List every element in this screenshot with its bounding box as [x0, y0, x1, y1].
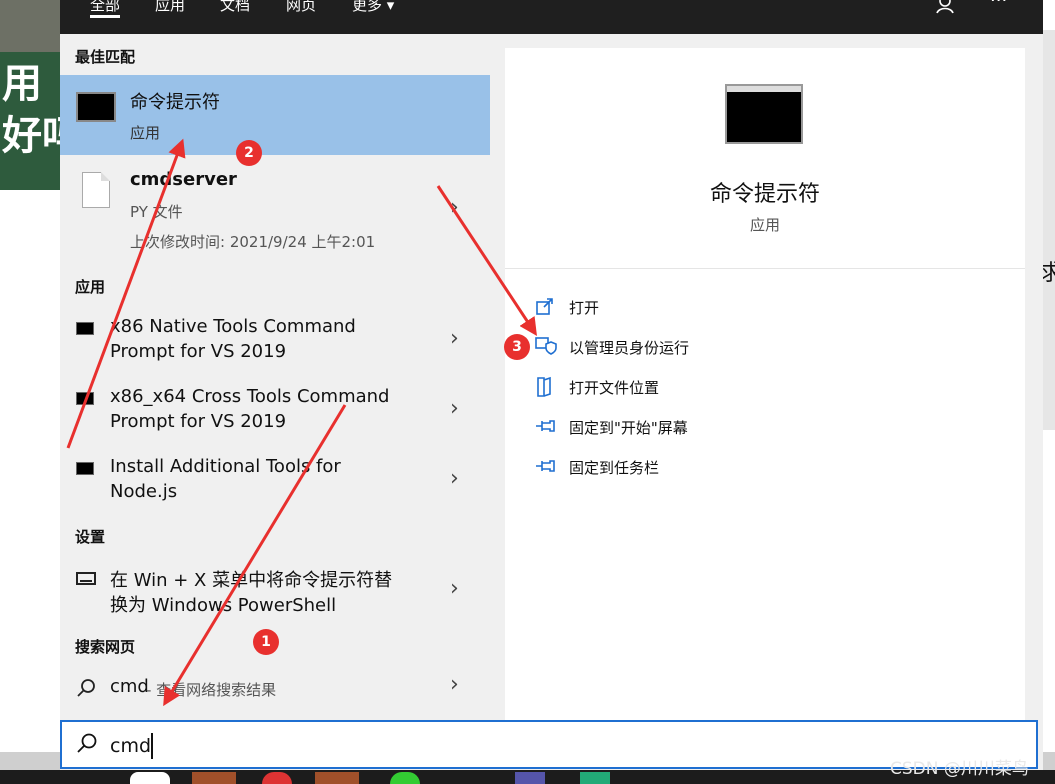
search-icon: [76, 678, 96, 702]
app-result-line1: x86 Native Tools Command: [110, 316, 356, 337]
tab-more-label: 更多: [352, 0, 383, 14]
app-result-line2: Node.js: [110, 481, 178, 502]
ellipsis-icon[interactable]: ···: [990, 0, 1007, 11]
shield-admin-icon: [535, 336, 557, 356]
preview-title: 命令提示符: [709, 182, 820, 207]
app-result-line1: Install Additional Tools for: [110, 456, 341, 477]
background-video-thumbnail: 用 好吗: [0, 0, 60, 190]
file-result-type: PY 文件: [130, 203, 183, 221]
preview-pane: 命令提示符 应用 打开 以管理员身份运行 打开文件位置 固定到"开始"屏幕 固定…: [505, 48, 1025, 720]
chevron-down-icon: ▾: [386, 0, 395, 14]
pin-taskbar-icon: [535, 456, 555, 476]
windows-search-panel: 全部 应用 文档 网页 更多 ▾ ··· 最佳匹配 命令提示符 应用 cmdse…: [60, 0, 1043, 770]
command-prompt-large-icon: [725, 84, 803, 144]
tab-more[interactable]: 更多 ▾: [352, 0, 394, 15]
file-result[interactable]: cmdserver PY 文件 上次修改时间: 2021/9/24 上午2:01…: [60, 155, 490, 255]
best-match-subtitle: 应用: [130, 124, 161, 142]
action-open[interactable]: 打开: [535, 294, 835, 322]
app-result[interactable]: x86 Native Tools Command Prompt for VS 2…: [60, 310, 490, 374]
web-search-result[interactable]: cmd - 查看网络搜索结果 ›: [60, 670, 490, 710]
chevron-right-icon[interactable]: ›: [450, 195, 459, 220]
open-icon: [535, 296, 555, 316]
taskbar-app-icon[interactable]: [515, 772, 545, 784]
annotation-badge-2: 2: [236, 140, 262, 166]
settings-header: 设置: [75, 528, 106, 546]
folder-location-icon: [535, 376, 555, 397]
command-prompt-icon: [76, 322, 94, 335]
action-open-file-location[interactable]: 打开文件位置: [535, 374, 835, 402]
divider: [505, 268, 1025, 269]
settings-result-line1: 在 Win + X 菜单中将命令提示符替: [110, 570, 393, 591]
background-photo: [0, 0, 60, 52]
tab-web[interactable]: 网页: [286, 0, 316, 15]
chevron-right-icon[interactable]: ›: [450, 672, 459, 697]
app-result-line1: x86_x64 Cross Tools Command: [110, 386, 390, 407]
taskbar-app-icon[interactable]: [192, 772, 236, 784]
action-open-label: 打开: [569, 299, 600, 317]
taskbar-app-icon[interactable]: [315, 772, 359, 784]
tab-documents[interactable]: 文档: [220, 0, 250, 15]
background-scrollbar: [1043, 30, 1055, 430]
web-search-hint: - 查看网络搜索结果: [146, 681, 277, 699]
taskbar-app-icon[interactable]: [262, 772, 292, 784]
file-icon: [82, 172, 110, 208]
action-pin-taskbar[interactable]: 固定到任务栏: [535, 454, 835, 482]
background-caption: 用 好吗: [2, 61, 60, 159]
pin-start-icon: [535, 416, 555, 436]
best-match-result[interactable]: 命令提示符 应用: [60, 75, 490, 155]
action-pin-taskbar-label: 固定到任务栏: [569, 459, 660, 477]
command-prompt-icon: [76, 462, 94, 475]
file-result-modified: 上次修改时间: 2021/9/24 上午2:01: [130, 233, 376, 251]
chevron-right-icon[interactable]: ›: [450, 396, 459, 421]
apps-header: 应用: [75, 278, 106, 296]
settings-result-line2: 换为 Windows PowerShell: [110, 595, 337, 616]
chevron-right-icon[interactable]: ›: [450, 466, 459, 491]
action-run-as-admin-label: 以管理员身份运行: [569, 339, 690, 357]
web-search-header: 搜索网页: [75, 638, 136, 656]
action-open-file-location-label: 打开文件位置: [569, 379, 660, 397]
annotation-badge-1: 1: [253, 629, 279, 655]
search-icon: [76, 732, 98, 760]
best-match-header: 最佳匹配: [75, 48, 136, 66]
command-prompt-icon: [76, 392, 94, 405]
settings-result[interactable]: 在 Win + X 菜单中将命令提示符替 换为 Windows PowerShe…: [60, 560, 490, 624]
preview-subtitle: 应用: [749, 216, 780, 234]
action-pin-start-label: 固定到"开始"屏幕: [569, 419, 688, 437]
app-result-line2: Prompt for VS 2019: [110, 411, 287, 432]
action-run-as-admin[interactable]: 以管理员身份运行: [535, 334, 835, 362]
action-pin-start[interactable]: 固定到"开始"屏幕: [535, 414, 835, 442]
taskbar-app-icon[interactable]: [390, 772, 420, 784]
taskbar-app-icon[interactable]: [580, 772, 610, 784]
search-input[interactable]: [110, 732, 810, 760]
app-result-line2: Prompt for VS 2019: [110, 341, 287, 362]
tab-apps[interactable]: 应用: [155, 0, 185, 15]
chevron-right-icon[interactable]: ›: [450, 576, 459, 601]
tab-all[interactable]: 全部: [90, 0, 121, 18]
app-result[interactable]: x86_x64 Cross Tools Command Prompt for V…: [60, 380, 490, 444]
web-search-query: cmd: [110, 676, 149, 697]
person-feedback-icon[interactable]: [936, 0, 958, 19]
command-prompt-icon: [76, 92, 116, 122]
best-match-title: 命令提示符: [130, 92, 220, 113]
monitor-settings-icon: [76, 572, 96, 585]
taskbar-app-icon[interactable]: [130, 772, 170, 784]
app-result[interactable]: Install Additional Tools for Node.js ›: [60, 450, 490, 514]
results-column: 最佳匹配 命令提示符 应用 cmdserver PY 文件 上次修改时间: 20…: [60, 34, 490, 720]
chevron-right-icon[interactable]: ›: [450, 326, 459, 351]
search-topbar: 全部 应用 文档 网页 更多 ▾ ···: [60, 0, 1043, 34]
text-caret: [151, 733, 153, 759]
csdn-watermark: CSDN @川川菜鸟: [890, 759, 1029, 779]
file-result-title: cmdserver: [130, 169, 237, 190]
annotation-badge-3: 3: [504, 334, 530, 360]
